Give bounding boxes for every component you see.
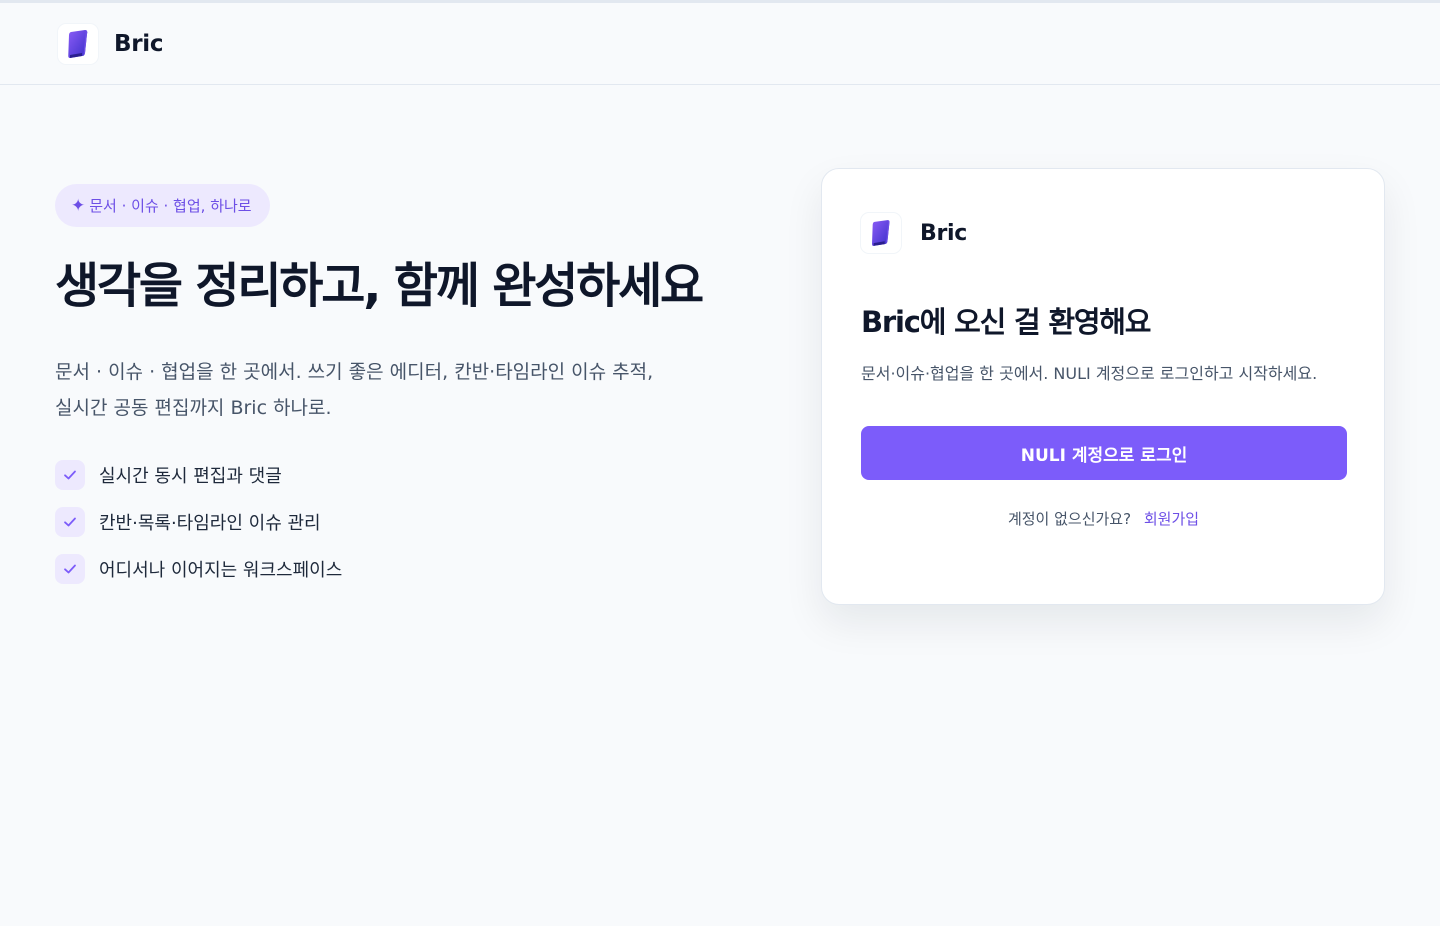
feature-label: 실시간 동시 편집과 댓글 bbox=[99, 466, 282, 488]
login-title: Bric에 오신 걸 환영해요 bbox=[861, 305, 1151, 339]
app-window: Bric ✦ 문서 · 이슈 · 협업, 하나로 생각을 정리하고, 함께 완성… bbox=[0, 0, 1440, 926]
feature-item: 칸반·목록·타임라인 이슈 관리 bbox=[55, 507, 755, 538]
check-icon bbox=[55, 554, 85, 585]
feature-list: 실시간 동시 편집과 댓글 칸반·목록·타임라인 이슈 관리 어디서나 이어지는… bbox=[55, 460, 755, 585]
feature-label: 칸반·목록·타임라인 이슈 관리 bbox=[99, 513, 321, 535]
book-logo-icon[interactable] bbox=[58, 23, 98, 64]
top-header: Bric bbox=[0, 3, 1440, 85]
login-card: Bric Bric에 오신 걸 환영해요 문서·이슈·협업을 한 곳에서. NU… bbox=[821, 168, 1385, 605]
signup-link[interactable]: 회원가입 bbox=[1144, 510, 1199, 528]
check-icon bbox=[55, 460, 85, 491]
hero-lead: 문서 · 이슈 · 협업을 한 곳에서. 쓰기 좋은 에디터, 칸반·타임라인 … bbox=[55, 361, 654, 420]
card-brand-row: Bric bbox=[861, 213, 1346, 253]
hero-headline: 생각을 정리하고, 함께 완성하세요 bbox=[55, 258, 704, 314]
sparkle-icon: ✦ bbox=[71, 195, 86, 216]
signup-row: 계정이 없으신가요? 회원가입 bbox=[861, 508, 1346, 529]
tagline-badge-text: 문서 · 이슈 · 협업, 하나로 bbox=[89, 197, 252, 215]
tagline-badge: ✦ 문서 · 이슈 · 협업, 하나로 bbox=[55, 184, 270, 227]
hero-section: ✦ 문서 · 이슈 · 협업, 하나로 생각을 정리하고, 함께 완성하세요 문… bbox=[55, 184, 755, 601]
book-logo-icon bbox=[861, 213, 901, 253]
feature-label: 어디서나 이어지는 워크스페이스 bbox=[99, 560, 343, 582]
nuli-login-button[interactable]: NULI 계정으로 로그인 bbox=[861, 426, 1347, 480]
brand-name: Bric bbox=[114, 30, 164, 57]
check-icon bbox=[55, 507, 85, 538]
card-brand-name: Bric bbox=[920, 220, 968, 246]
feature-item: 실시간 동시 편집과 댓글 bbox=[55, 460, 755, 491]
signup-prompt: 계정이 없으신가요? bbox=[1007, 510, 1132, 528]
feature-item: 어디서나 이어지는 워크스페이스 bbox=[55, 554, 755, 585]
login-description: 문서·이슈·협업을 한 곳에서. NULI 계정으로 로그인하고 시작하세요. bbox=[861, 364, 1318, 383]
